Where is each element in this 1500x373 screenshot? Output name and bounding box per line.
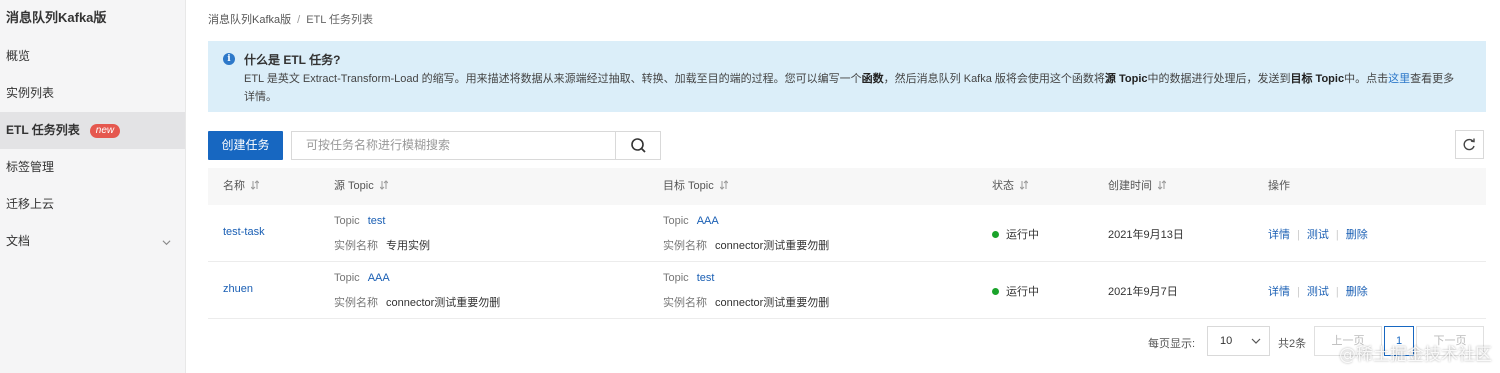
- sidebar-item-label: 迁移上云: [6, 197, 55, 211]
- source-instance: connector测试重要勿删: [386, 297, 501, 309]
- target-topic-link[interactable]: test: [697, 272, 715, 284]
- refresh-button[interactable]: [1455, 130, 1484, 159]
- chevron-down-icon: [162, 240, 171, 246]
- sidebar-item-etl-tasks[interactable]: ETL 任务列表 new: [0, 112, 185, 149]
- sort-icon: [379, 180, 388, 190]
- table-row: test-task Topic test 实例名称 专用实例 Topic AAA 实例…: [208, 205, 1486, 262]
- column-header-target-topic[interactable]: 目标 Topic: [663, 168, 728, 205]
- row-actions: 详情 | 测试 | 删除: [1268, 286, 1368, 298]
- table-row: zhuen Topic AAA 实例名称 connector测试重要勿删 Topic…: [208, 262, 1486, 319]
- watermark: @稀土掘金技术社区: [1339, 345, 1492, 365]
- status-dot-icon: [992, 288, 999, 295]
- breadcrumb-root[interactable]: 消息队列Kafka版: [208, 14, 291, 26]
- sort-icon: [1158, 180, 1166, 190]
- target-instance: connector测试重要勿删: [715, 240, 830, 252]
- sidebar-item-tags[interactable]: 标签管理: [0, 149, 185, 186]
- created-date: 2021年9月13日: [1108, 229, 1184, 241]
- breadcrumb: 消息队列Kafka版 / ETL 任务列表: [208, 11, 373, 27]
- source-topic-link[interactable]: test: [368, 215, 386, 227]
- delete-link[interactable]: 删除: [1346, 286, 1368, 298]
- new-badge: new: [89, 124, 121, 138]
- column-header-status[interactable]: 状态: [992, 168, 1028, 205]
- sidebar-item-label: 标签管理: [6, 160, 55, 174]
- breadcrumb-separator: /: [297, 14, 301, 26]
- column-header-name[interactable]: 名称: [223, 168, 259, 205]
- info-icon: i: [223, 53, 235, 65]
- notice-body: ETL 是英文 Extract-Transform-Load 的缩写。用来描述将…: [244, 73, 1455, 103]
- row-actions: 详情 | 测试 | 删除: [1268, 229, 1368, 241]
- sidebar-title: 消息队列Kafka版: [6, 10, 107, 25]
- column-header-source-topic[interactable]: 源 Topic: [334, 168, 388, 205]
- sidebar-item-label: ETL 任务列表: [6, 123, 80, 137]
- status-badge: 运行中: [992, 226, 1039, 242]
- main-content: 消息队列Kafka版 / ETL 任务列表 i 什么是 ETL 任务? ETL 是英…: [186, 0, 1500, 373]
- page-size-label: 每页显示:: [1148, 338, 1196, 350]
- notice-title: 什么是 ETL 任务?: [244, 53, 341, 67]
- sidebar-item-label: 概览: [6, 49, 31, 63]
- total-count: 共2条: [1278, 338, 1307, 350]
- chevron-down-icon: [1251, 338, 1261, 344]
- delete-link[interactable]: 删除: [1346, 229, 1368, 241]
- sort-icon: [719, 180, 728, 190]
- refresh-icon: [1463, 138, 1475, 151]
- target-instance: connector测试重要勿删: [715, 297, 830, 309]
- info-notice: i 什么是 ETL 任务? ETL 是英文 Extract-Transform-…: [208, 41, 1486, 112]
- notice-link[interactable]: 这里: [1388, 73, 1410, 85]
- sidebar-item-instances[interactable]: 实例列表: [0, 75, 185, 112]
- sidebar-item-migration[interactable]: 迁移上云: [0, 186, 185, 223]
- task-name-link[interactable]: zhuen: [223, 283, 253, 295]
- sidebar-item-docs[interactable]: 文档: [0, 223, 185, 260]
- create-task-button[interactable]: 创建任务: [208, 131, 283, 160]
- detail-link[interactable]: 详情: [1268, 229, 1290, 241]
- source-topic-link[interactable]: AAA: [368, 272, 390, 284]
- page-size-select[interactable]: 10: [1207, 326, 1270, 356]
- sidebar-item-label: 文档: [6, 234, 31, 248]
- column-header-actions: 操作: [1268, 180, 1290, 192]
- source-instance: 专用实例: [386, 240, 430, 252]
- task-name-link[interactable]: test-task: [223, 226, 265, 238]
- created-date: 2021年9月7日: [1108, 286, 1178, 298]
- sidebar-item-overview[interactable]: 概览: [0, 38, 185, 75]
- breadcrumb-current: ETL 任务列表: [306, 14, 374, 26]
- target-topic-link[interactable]: AAA: [697, 215, 719, 227]
- sidebar-item-label: 实例列表: [6, 86, 55, 100]
- column-header-created[interactable]: 创建时间: [1108, 168, 1166, 205]
- sort-icon: [251, 180, 259, 190]
- status-badge: 运行中: [992, 283, 1039, 299]
- search-button[interactable]: [615, 131, 661, 160]
- detail-link[interactable]: 详情: [1268, 286, 1290, 298]
- table-header: 名称 源 Topic 目标 Topic 状态 创建时间 操作: [208, 168, 1486, 205]
- search-icon: [631, 138, 646, 153]
- test-link[interactable]: 测试: [1307, 286, 1329, 298]
- search-input[interactable]: 可按任务名称进行模糊搜索: [291, 131, 616, 160]
- sidebar: 消息队列Kafka版 概览 实例列表 ETL 任务列表 new 标签管理 迁移上云…: [0, 0, 186, 373]
- status-dot-icon: [992, 231, 999, 238]
- sort-icon: [1020, 180, 1028, 190]
- test-link[interactable]: 测试: [1307, 229, 1329, 241]
